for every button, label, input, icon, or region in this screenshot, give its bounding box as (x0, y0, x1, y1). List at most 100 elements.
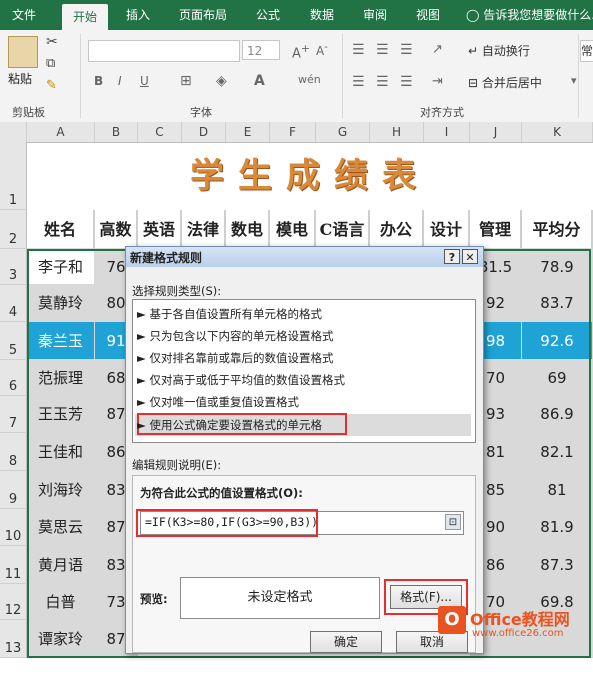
ribbon-tab-bar: 文件 开始 插入 页面布局 公式 数据 审阅 视图 ◯ 告诉我您想要做什么... (0, 0, 593, 30)
underline-button[interactable]: U (140, 74, 149, 88)
border-icon[interactable]: ⊞ (180, 73, 192, 89)
column-title-cell[interactable]: 法律 (182, 210, 226, 249)
paste-icon[interactable] (8, 36, 38, 68)
tab-home[interactable]: 开始 (62, 4, 108, 30)
row-header-13[interactable]: 13 (0, 620, 27, 658)
align-center-icon[interactable]: ☰ (376, 74, 389, 90)
merge-center-label: 合并后居中 (481, 76, 542, 90)
orientation-icon[interactable]: ↗ (432, 42, 443, 57)
column-header-bar: ABCDEFGHIJK (0, 122, 593, 143)
align-bottom-icon[interactable]: ☰ (400, 42, 413, 58)
column-title-cell[interactable]: 平均分 (522, 210, 593, 249)
copy-icon[interactable]: ⧉ (46, 56, 55, 71)
rule-type-item-selected[interactable]: ► 使用公式确定要设置格式的单元格 (137, 415, 322, 435)
tab-file[interactable]: 文件 (4, 0, 44, 30)
sheet-title: 学生成绩表 (190, 156, 430, 196)
close-button[interactable]: ✕ (462, 249, 478, 264)
column-title-cell[interactable]: 英语 (138, 210, 182, 249)
tab-insert[interactable]: 插入 (118, 0, 158, 30)
font-size-box[interactable]: 12 (242, 40, 280, 60)
merge-dropdown-icon[interactable]: ▾ (571, 74, 577, 87)
indent-icon[interactable]: ⇥ (432, 74, 443, 89)
column-title-cell[interactable]: C语言 (316, 210, 370, 249)
column-header-c[interactable]: C (138, 122, 182, 142)
column-title-cell[interactable]: 数电 (226, 210, 270, 249)
fill-color-icon[interactable]: ◈ (216, 73, 227, 89)
tab-page-layout[interactable]: 页面布局 (170, 0, 236, 30)
row-header-3[interactable]: 3 (0, 249, 27, 285)
rule-type-list[interactable]: ► 基于各自值设置所有单元格的格式 ► 只为包含以下内容的单元格设置格式 ► 仅… (132, 299, 476, 443)
rule-type-item[interactable]: ► 基于各自值设置所有单元格的格式 (137, 304, 322, 324)
column-header-e[interactable]: E (226, 122, 270, 142)
column-title-cell[interactable]: 设计 (424, 210, 470, 249)
align-middle-icon[interactable]: ☰ (376, 42, 389, 58)
align-top-icon[interactable]: ☰ (352, 42, 365, 58)
font-color-icon[interactable]: A (254, 73, 265, 89)
collapse-dialog-icon[interactable]: ⊡ (445, 514, 461, 530)
wrap-text-icon: ↵ (468, 44, 479, 58)
column-header-f[interactable]: F (270, 122, 316, 142)
column-header-g[interactable]: G (316, 122, 370, 142)
column-header-d[interactable]: D (182, 122, 226, 142)
align-right-icon[interactable]: ☰ (400, 74, 413, 90)
row-header-8[interactable]: 8 (0, 433, 27, 471)
rule-type-item[interactable]: ► 只为包含以下内容的单元格设置格式 (137, 326, 334, 346)
annotation-box (136, 509, 318, 537)
column-header-a[interactable]: A (27, 122, 95, 142)
cut-icon[interactable]: ✂ (46, 34, 58, 50)
tell-me-box[interactable]: ◯ 告诉我您想要做什么... (466, 0, 593, 30)
wrap-text-button[interactable]: ↵ 自动换行 (468, 42, 530, 59)
dialog-title: 新建格式规则 (130, 251, 203, 265)
rule-type-item[interactable]: ► 仅对排名靠前或靠后的数值设置格式 (137, 348, 334, 368)
increase-font-icon[interactable]: A+ (292, 42, 310, 61)
align-left-icon[interactable]: ☰ (352, 74, 365, 90)
number-format-box[interactable]: 常 (580, 40, 593, 62)
select-all-corner[interactable] (0, 122, 27, 142)
clipboard-group-label: 剪贴板 (12, 106, 45, 119)
column-header-j[interactable]: J (470, 122, 522, 142)
font-name-box[interactable] (88, 40, 240, 62)
row-header-11[interactable]: 11 (0, 546, 27, 584)
tab-view[interactable]: 视图 (408, 0, 448, 30)
column-title-cell[interactable]: 模电 (270, 210, 316, 249)
column-title-cell[interactable]: 高数 (95, 210, 138, 249)
row-header-1[interactable]: 1 (0, 142, 27, 210)
wrap-text-label: 自动换行 (481, 44, 530, 58)
column-header-h[interactable]: H (370, 122, 424, 142)
merge-center-button[interactable]: ⊟ 合并后居中 (468, 74, 542, 91)
row-header-6[interactable]: 6 (0, 360, 27, 396)
merge-icon: ⊟ (468, 76, 479, 90)
row-header-2[interactable]: 2 (0, 210, 27, 249)
decrease-font-icon[interactable]: A- (316, 42, 328, 58)
cancel-button[interactable]: 取消 (396, 631, 468, 653)
row-header-5[interactable]: 5 (0, 322, 27, 360)
column-header-k[interactable]: K (522, 122, 593, 142)
help-button[interactable]: ? (444, 249, 460, 264)
row-header-4[interactable]: 4 (0, 285, 27, 322)
column-header-i[interactable]: I (424, 122, 470, 142)
format-painter-icon[interactable]: ✎ (46, 78, 57, 93)
italic-button[interactable]: I (118, 74, 122, 88)
row-header-9[interactable]: 9 (0, 471, 27, 509)
column-title-cell[interactable]: 姓名 (27, 210, 95, 249)
edit-rule-label: 编辑规则说明(E): (132, 458, 222, 472)
alignment-group-label: 对齐方式 (420, 106, 464, 119)
ok-button[interactable]: 确定 (310, 631, 382, 653)
ribbon-separator (80, 34, 81, 118)
column-title-cell[interactable]: 办公 (370, 210, 424, 249)
bold-button[interactable]: B (94, 74, 103, 88)
preview-label: 预览: (140, 592, 168, 606)
rule-type-item[interactable]: ► 仅对高于或低于平均值的数值设置格式 (137, 370, 345, 390)
column-header-b[interactable]: B (95, 122, 138, 142)
tab-data[interactable]: 数据 (302, 0, 342, 30)
rule-type-item[interactable]: ► 仅对唯一值或重复值设置格式 (137, 392, 299, 412)
tab-formulas[interactable]: 公式 (248, 0, 288, 30)
row-header-10[interactable]: 10 (0, 509, 27, 546)
column-title-cell[interactable]: 管理 (470, 210, 522, 249)
row-header-12[interactable]: 12 (0, 584, 27, 620)
row-header-7[interactable]: 7 (0, 396, 27, 433)
formula-label: 为符合此公式的值设置格式(O): (140, 486, 303, 500)
phonetic-icon[interactable]: wén (298, 73, 321, 86)
tab-review[interactable]: 审阅 (355, 0, 395, 30)
paste-label[interactable]: 粘贴 (8, 70, 32, 87)
